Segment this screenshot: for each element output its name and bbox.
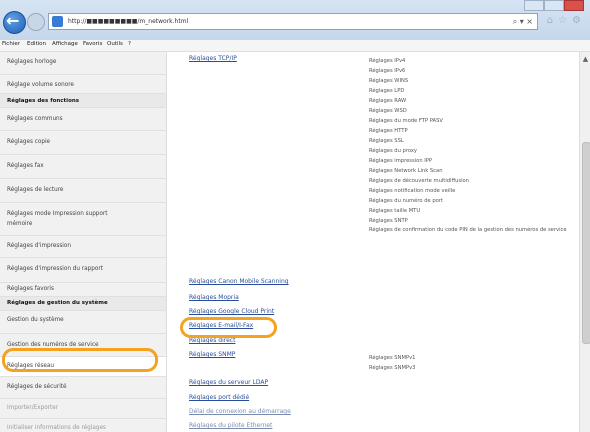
minimize-button[interactable] [524,0,544,11]
sub-mtu[interactable]: Réglages taille MTU [369,208,420,214]
sidebar-item-securite[interactable]: Réglages de sécurité [0,377,166,399]
menu-bar: Fichier Edition Affichage Favoris Outils… [0,40,590,52]
back-button[interactable] [3,11,26,34]
sub-raw[interactable]: Réglages RAW [369,98,406,104]
link-email-ifax[interactable]: Réglages E-mail/I-Fax [189,322,253,329]
sidebar-item-importer[interactable]: Importer/Exporter [0,399,166,419]
sub-ftp-pasv[interactable]: Réglages du mode FTP PASV [369,118,443,124]
sub-notification-veille[interactable]: Réglages notification mode veille [369,188,455,194]
sub-network-link-scan[interactable]: Réglages Network Link Scan [369,168,443,174]
home-icon[interactable]: ⌂ [547,15,558,26]
sub-proxy[interactable]: Réglages du proxy [369,148,417,154]
sidebar-item-initialiser[interactable]: Initialiser informations de réglages [0,419,166,432]
sub-snmpv1[interactable]: Réglages SNMPv1 [369,355,415,361]
scroll-thumb[interactable] [582,142,590,344]
sidebar-item-impression[interactable]: Réglages d'impression [0,236,166,258]
sidebar-item-impression-support[interactable]: Réglages mode Impression support mémoire [0,203,166,236]
menu-favoris[interactable]: Favoris [83,41,102,47]
link-ldap[interactable]: Réglages du serveur LDAP [189,379,268,386]
link-google-cloud-print[interactable]: Réglages Google Cloud Print [189,308,274,315]
sidebar-item-systeme[interactable]: Gestion du système [0,311,166,334]
window-controls [524,0,586,12]
sidebar-item-favoris[interactable]: Réglages favoris [0,283,166,297]
sidebar-item-numeros-service[interactable]: Gestion des numéros de service [0,334,166,357]
menu-help[interactable]: ? [128,41,131,47]
sidebar-header-fonctions: Réglages des fonctions [0,94,166,108]
menu-edition[interactable]: Edition [27,41,46,47]
sidebar-item-rapport[interactable]: Réglages d'impression du rapport [0,258,166,283]
address-tools[interactable]: ⌕ ▾ × [513,15,533,29]
sub-sntp[interactable]: Réglages SNTP [369,218,408,224]
gear-icon[interactable]: ⚙ [572,15,586,26]
sub-ipv6[interactable]: Réglages IPv6 [369,68,405,74]
sidebar-item-copie[interactable]: Réglages copie [0,131,166,155]
sub-ipp[interactable]: Réglages impression IPP [369,158,432,164]
sub-ssl[interactable]: Réglages SSL [369,138,404,144]
link-snmp[interactable]: Réglages SNMP [189,351,235,358]
link-canon-mobile-scanning[interactable]: Réglages Canon Mobile Scanning [189,278,289,285]
address-url: http://■■■■■■■■■/m_network.html [68,18,189,25]
sidebar-item-communs[interactable]: Réglages communs [0,108,166,131]
menu-fichier[interactable]: Fichier [2,41,20,47]
sub-wsd[interactable]: Réglages WSD [369,108,407,114]
sidebar-item-fax[interactable]: Réglages fax [0,155,166,179]
sidebar: Réglages horloge Réglage volume sonore R… [0,52,167,432]
scrollbar[interactable]: ▲ [579,52,590,432]
link-pilote-ethernet[interactable]: Réglages du pilote Ethernet [189,422,272,429]
sub-port[interactable]: Réglages du numéro de port [369,198,443,204]
sidebar-item-lecture[interactable]: Réglages de lecture [0,179,166,203]
link-mopria[interactable]: Réglages Mopria [189,294,239,301]
sub-lpd[interactable]: Réglages LPD [369,88,404,94]
link-direct[interactable]: Réglages direct [189,337,235,344]
maximize-button[interactable] [544,0,564,11]
link-delai-connexion[interactable]: Délai de connexion au démarrage [189,408,291,415]
link-tcpip[interactable]: Réglages TCP/IP [189,55,237,62]
menu-outils[interactable]: Outils [107,41,123,47]
browser-window: http://■■■■■■■■■/m_network.html ⌕ ▾ × ⌂☆… [0,0,590,432]
sidebar-item-horloge[interactable]: Réglages horloge [0,52,166,75]
sidebar-header-gestion: Réglages de gestion du système [0,297,166,311]
link-port-dedie[interactable]: Réglages port dédié [189,394,249,401]
sub-wins[interactable]: Réglages WINS [369,78,408,84]
forward-button[interactable] [27,13,45,31]
sub-http[interactable]: Réglages HTTP [369,128,408,134]
page-icon [52,16,63,27]
title-bar: http://■■■■■■■■■/m_network.html ⌕ ▾ × ⌂☆… [0,0,590,40]
sub-multidiffusion[interactable]: Réglages de découverte multidiffusion [369,178,469,184]
star-icon[interactable]: ☆ [558,15,572,26]
toolbar-icons[interactable]: ⌂☆⚙ [547,15,586,26]
close-button[interactable] [564,0,584,11]
sub-pin-confirmation[interactable]: Réglages de confirmation du code PIN de … [369,226,567,235]
menu-affichage[interactable]: Affichage [52,41,78,47]
sub-ipv4[interactable]: Réglages IPv4 [369,58,405,64]
sub-snmpv3[interactable]: Réglages SNMPv3 [369,365,415,371]
scroll-up-arrow[interactable]: ▲ [580,54,590,64]
address-bar[interactable]: http://■■■■■■■■■/m_network.html ⌕ ▾ × [48,13,538,30]
sidebar-item-reseau[interactable]: Réglages réseau [0,357,166,377]
sidebar-item-volume[interactable]: Réglage volume sonore [0,75,166,94]
